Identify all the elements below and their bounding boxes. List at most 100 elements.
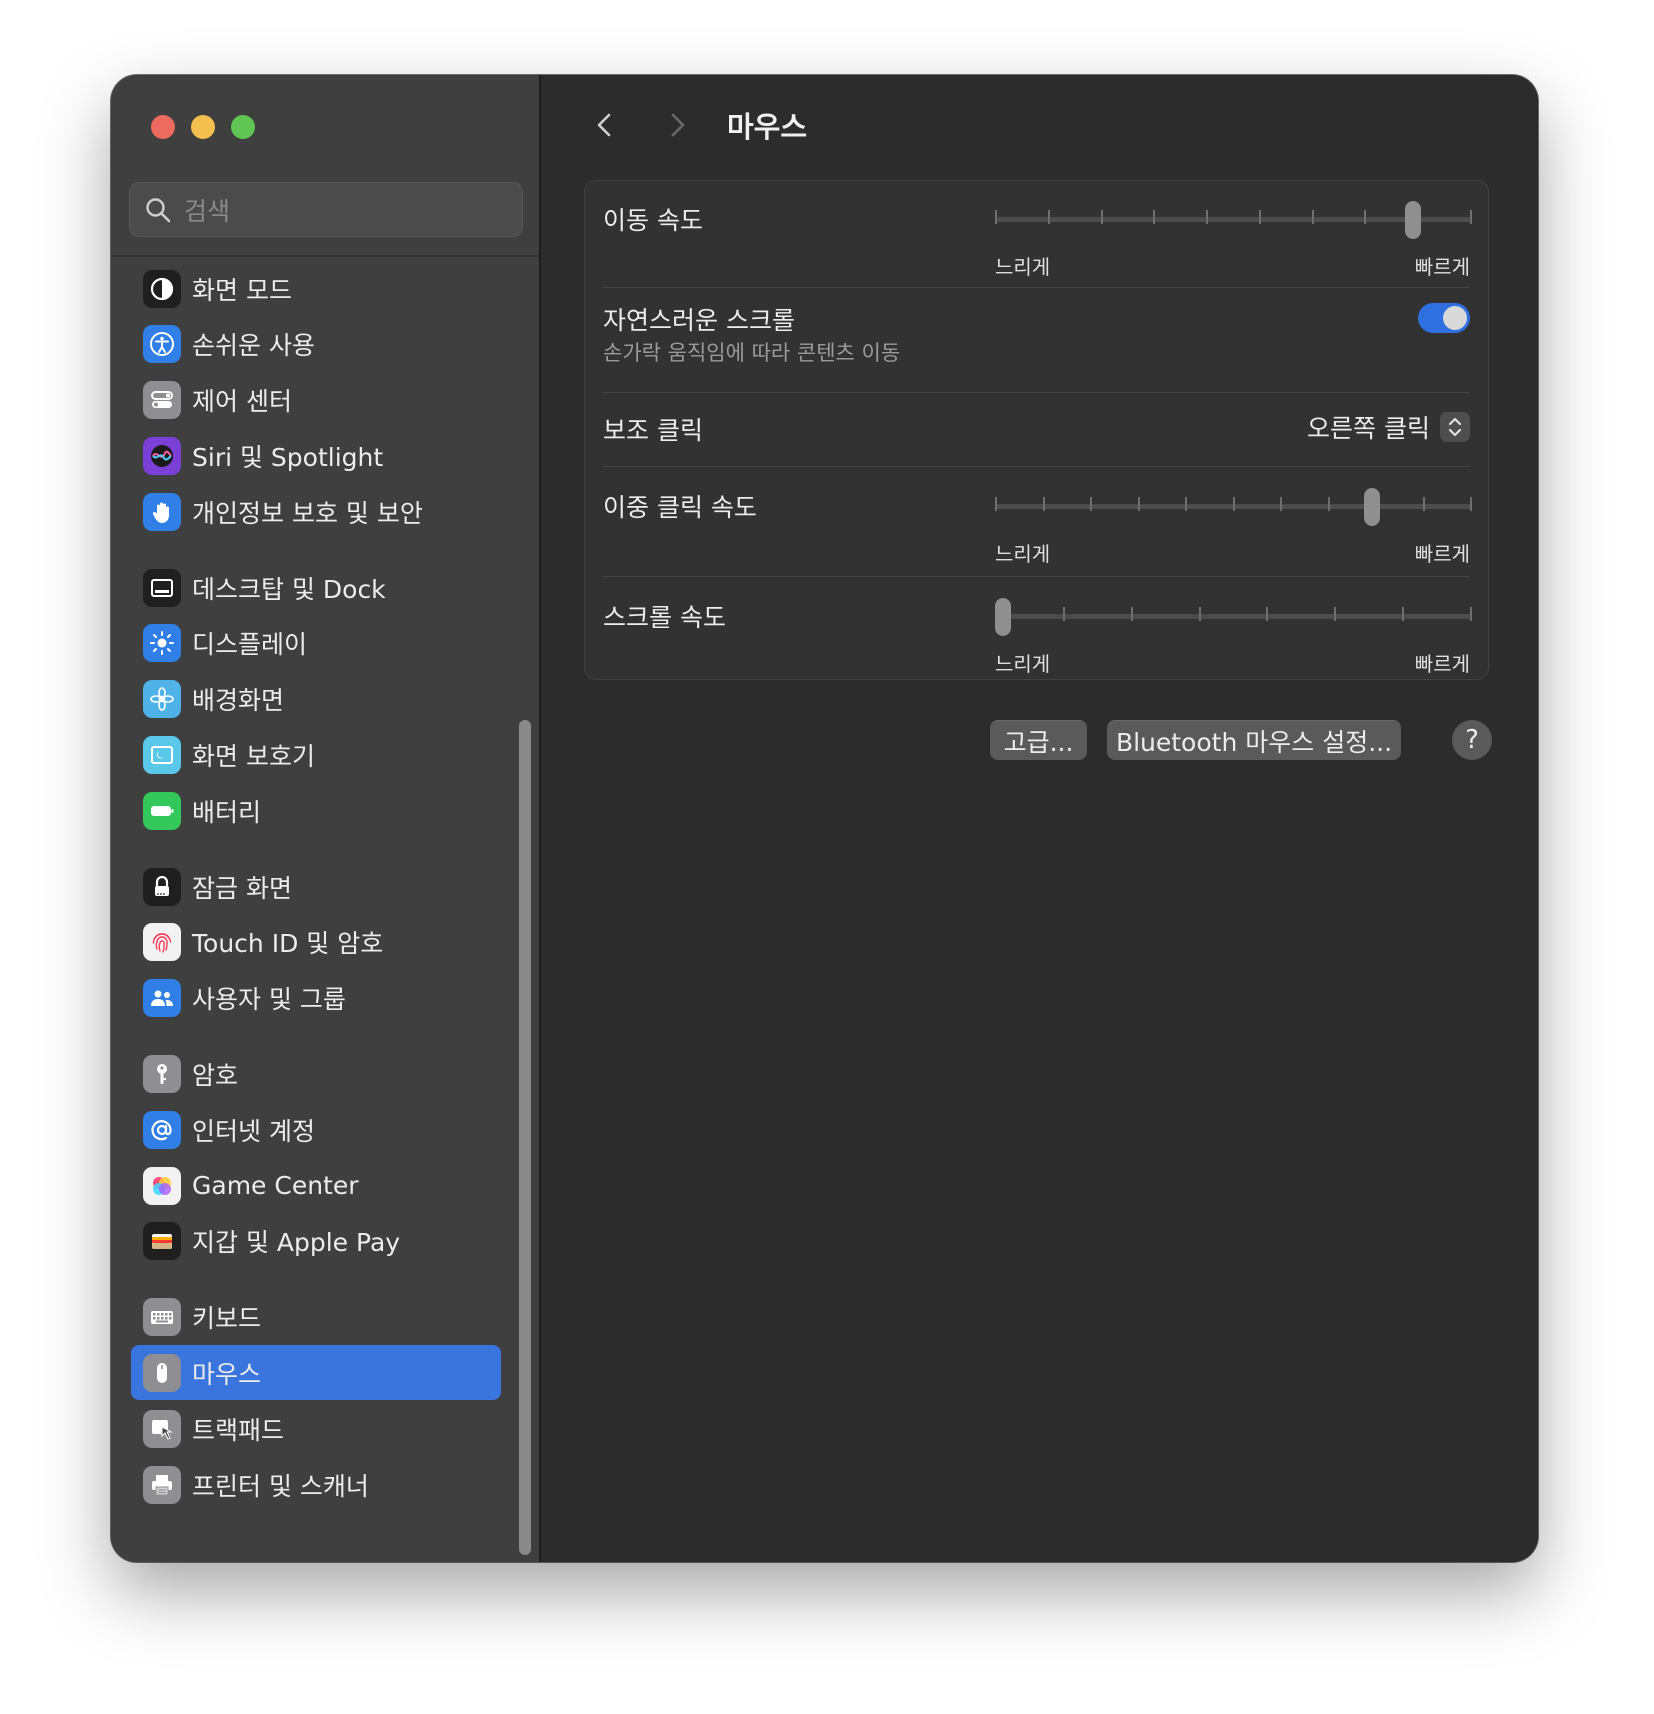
slider-knob[interactable] <box>1363 488 1380 526</box>
slider-knob[interactable] <box>995 598 1011 636</box>
forward-button[interactable] <box>655 103 699 147</box>
minimize-button[interactable] <box>191 115 215 139</box>
battery-icon <box>143 791 181 830</box>
double-click-speed-min-label: 느리게 <box>995 542 1051 566</box>
sidebar-item[interactable]: 화면 모드 <box>131 261 501 316</box>
sidebar-item-label: 잠금 화면 <box>192 873 292 903</box>
sidebar-item[interactable]: 키보드 <box>131 1290 501 1345</box>
help-button[interactable]: ? <box>1452 720 1492 760</box>
sidebar-item[interactable]: 배경화면 <box>131 672 501 727</box>
sidebar-item[interactable]: 마우스 <box>131 1345 501 1401</box>
sidebar-item-label: Touch ID 및 암호 <box>192 929 384 959</box>
sidebar-scrollbar[interactable] <box>519 720 531 1555</box>
row-divider <box>603 576 1470 577</box>
slider-track <box>995 217 1472 222</box>
scroll-speed-slider[interactable] <box>995 596 1472 636</box>
tracking-speed-row: 이동 속도 느리게 빠르게 <box>603 199 1472 279</box>
tracking-speed-max-label: 빠르게 <box>1414 255 1470 279</box>
slider-tick <box>1206 210 1209 224</box>
sidebar-item-label: 사용자 및 그룹 <box>192 985 346 1015</box>
slider-tick <box>995 210 997 224</box>
sidebar-item[interactable]: Siri 및 Spotlight <box>131 428 501 483</box>
sidebar-item-label: 개인정보 보호 및 보안 <box>192 498 423 528</box>
row-divider <box>603 287 1470 288</box>
row-divider <box>603 392 1470 393</box>
slider-tick <box>1100 210 1103 224</box>
sidebar-item[interactable]: 손쉬운 사용 <box>131 317 501 372</box>
row-divider <box>603 466 1470 467</box>
double-click-speed-row: 이중 클릭 속도 느리게 빠르게 <box>603 486 1472 566</box>
sidebar-item[interactable]: 배터리 <box>131 783 501 838</box>
siri-icon <box>143 436 181 475</box>
trackpad-icon <box>143 1409 181 1448</box>
sidebar-item-label: 화면 보호기 <box>192 741 315 771</box>
slider-tick <box>1137 497 1140 511</box>
wallpaper-icon <box>143 680 181 719</box>
scroll-speed-row: 스크롤 속도 느리게 빠르게 <box>603 596 1472 676</box>
sidebar-item-label: 암호 <box>192 1060 239 1090</box>
close-button[interactable] <box>151 115 175 139</box>
tracking-speed-slider[interactable] <box>995 199 1472 239</box>
slider-tick <box>1047 210 1050 224</box>
display-icon <box>143 624 181 663</box>
slider-tick <box>1232 497 1235 511</box>
slider-tick <box>1311 210 1314 224</box>
scroll-speed-label: 스크롤 속도 <box>603 603 726 632</box>
sidebar-item[interactable]: 프린터 및 스캐너 <box>131 1457 501 1512</box>
sidebar-item[interactable]: 사용자 및 그룹 <box>131 971 501 1026</box>
slider-tick <box>1153 210 1156 224</box>
sidebar-item[interactable]: 잠금 화면 <box>131 859 501 914</box>
slider-tick <box>1266 607 1269 621</box>
sidebar-item[interactable]: Game Center <box>131 1158 501 1213</box>
content-pane: 마우스 이동 속도 느리게 빠르게 자연스러운 스크롤 손가락 움직임에 따라 … <box>543 75 1538 1562</box>
scroll-speed-min-label: 느리게 <box>995 652 1051 676</box>
tracking-speed-label: 이동 속도 <box>603 206 703 235</box>
sidebar-item-label: Game Center <box>192 1171 359 1200</box>
slider-tick <box>1042 497 1045 511</box>
sidebar-item[interactable]: 암호 <box>131 1046 501 1101</box>
secondary-click-value: 오른쪽 클릭 <box>1307 414 1430 443</box>
sidebar-item-label: 프린터 및 스캐너 <box>192 1471 369 1501</box>
bluetooth-mouse-setup-button[interactable]: Bluetooth 마우스 설정... <box>1107 720 1401 760</box>
natural-scroll-toggle[interactable] <box>1418 303 1470 333</box>
sidebar-item[interactable]: 트랙패드 <box>131 1401 501 1456</box>
sidebar-item-label: 지갑 및 Apple Pay <box>192 1228 401 1258</box>
slider-tick <box>1422 497 1425 511</box>
double-click-speed-max-label: 빠르게 <box>1414 542 1470 566</box>
slider-track <box>995 614 1472 619</box>
sidebar-item-label: 손쉬운 사용 <box>192 331 315 361</box>
secondary-click-popup[interactable]: 오른쪽 클릭 <box>1307 409 1470 445</box>
sidebar-item[interactable]: 디스플레이 <box>131 616 501 671</box>
sidebar-item-label: Siri 및 Spotlight <box>192 442 384 472</box>
sidebar-item[interactable]: 데스크탑 및 Dock <box>131 560 501 615</box>
control-center-icon <box>143 381 181 420</box>
back-button[interactable] <box>583 103 627 147</box>
slider-knob[interactable] <box>1405 201 1422 239</box>
sidebar-item[interactable]: 화면 보호기 <box>131 727 501 782</box>
secondary-click-label: 보조 클릭 <box>603 416 703 445</box>
screensaver-icon <box>143 735 181 774</box>
sidebar-item-label: 배터리 <box>192 797 262 827</box>
double-click-speed-slider[interactable] <box>995 486 1472 526</box>
fingerprint-icon <box>143 923 181 962</box>
settings-window: 검색 화면 모드손쉬운 사용제어 센터 Siri 및 Spotlight 개인정보 … <box>111 75 1538 1562</box>
accessibility-icon <box>143 325 181 364</box>
sidebar-item-label: 트랙패드 <box>192 1415 285 1445</box>
sidebar: 검색 화면 모드손쉬운 사용제어 센터 Siri 및 Spotlight 개인정보 … <box>111 75 541 1562</box>
chevron-right-icon <box>671 113 685 137</box>
sidebar-item[interactable]: Touch ID 및 암호 <box>131 915 501 970</box>
page-title: 마우스 <box>727 110 808 144</box>
search-placeholder: 검색 <box>184 196 231 226</box>
sidebar-item[interactable]: 지갑 및 Apple Pay <box>131 1214 501 1269</box>
advanced-button[interactable]: 고급... <box>990 720 1087 760</box>
search-field[interactable]: 검색 <box>129 182 523 237</box>
slider-tick <box>1364 210 1367 224</box>
sidebar-item[interactable]: 인터넷 계정 <box>131 1102 501 1157</box>
sidebar-item[interactable]: 개인정보 보호 및 보안 <box>131 484 501 539</box>
natural-scroll-row: 자연스러운 스크롤 손가락 움직임에 따라 콘텐츠 이동 <box>603 301 1470 381</box>
zoom-button[interactable] <box>231 115 255 139</box>
search-icon <box>146 197 171 222</box>
tracking-speed-min-label: 느리게 <box>995 255 1051 279</box>
sidebar-item[interactable]: 제어 센터 <box>131 373 501 428</box>
slider-tick <box>1327 497 1330 511</box>
